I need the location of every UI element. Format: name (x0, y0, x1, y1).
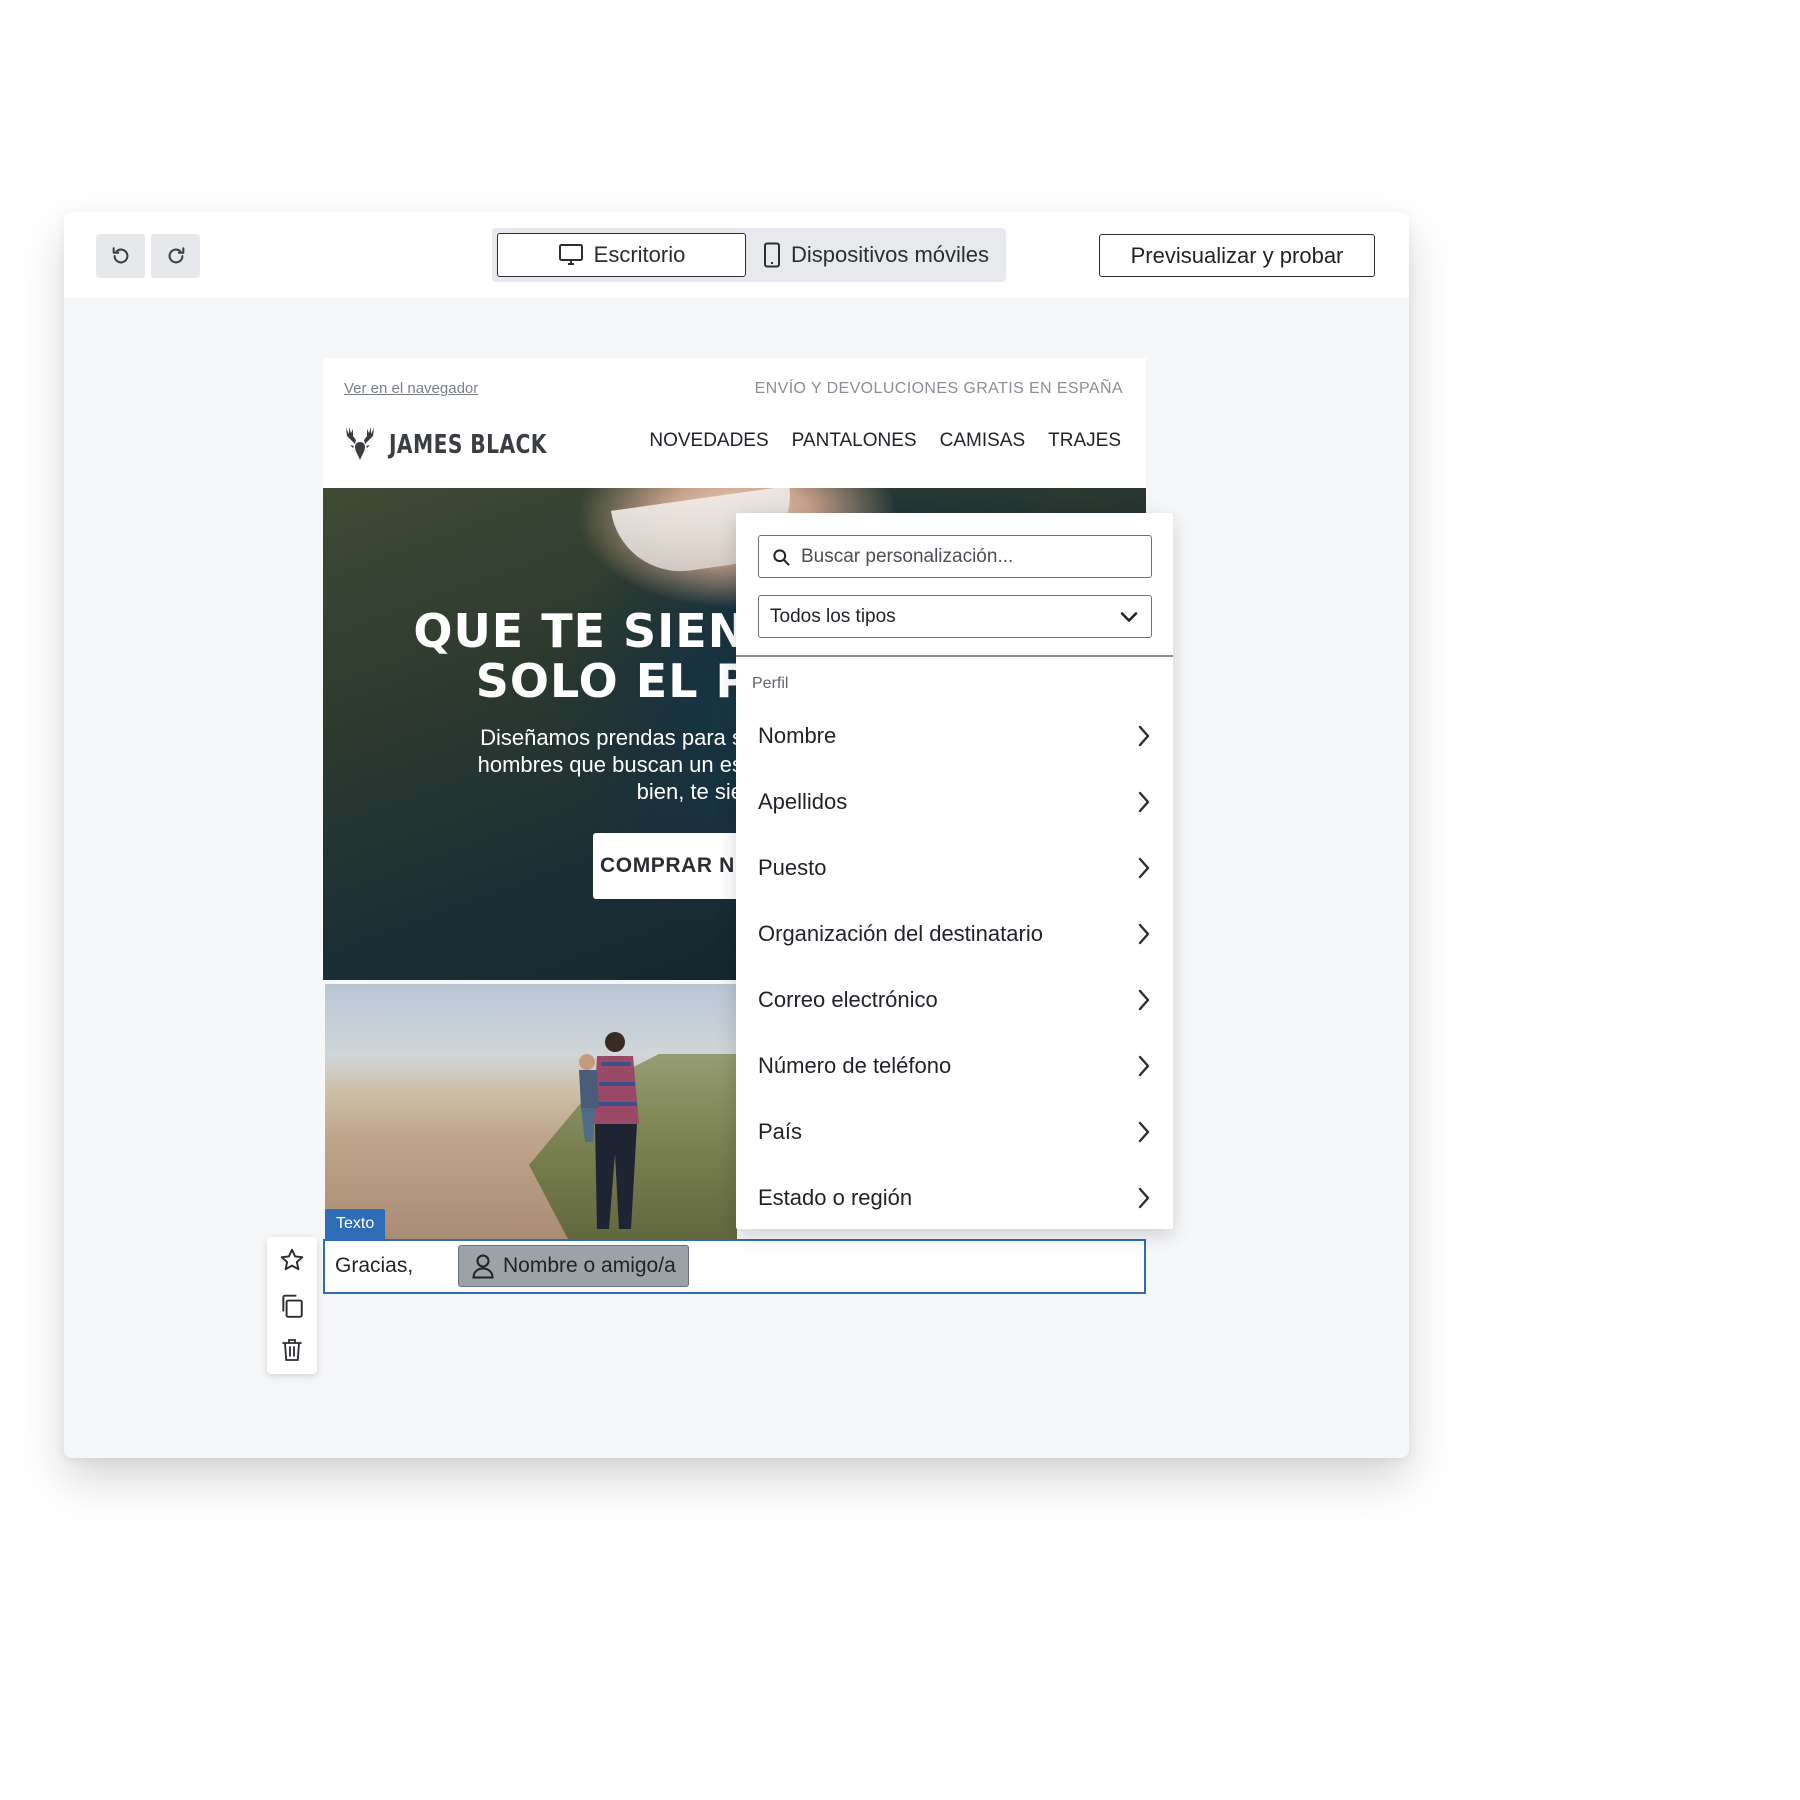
field-item-nombre[interactable]: Nombre (736, 703, 1173, 769)
chevron-right-icon (1138, 923, 1150, 945)
chevron-right-icon (1138, 1187, 1150, 1209)
nav-item-novedades[interactable]: NOVEDADES (649, 430, 768, 452)
field-item-correo[interactable]: Correo electrónico (736, 967, 1173, 1033)
email-nav: NOVEDADES PANTALONES CAMISAS TRAJES (649, 430, 1121, 452)
block-type-label: Texto (325, 1209, 386, 1239)
stag-logo-icon (346, 427, 374, 460)
email-header: Ver en el navegador ENVÍO Y DEVOLUCIONES… (323, 358, 1146, 488)
personalization-search-input[interactable] (799, 544, 1133, 569)
star-icon (280, 1248, 304, 1271)
redo-button[interactable] (151, 234, 200, 278)
field-item-puesto[interactable]: Puesto (736, 835, 1173, 901)
field-item-pais[interactable]: País (736, 1099, 1173, 1165)
selected-text-block[interactable]: Texto Gracias, Nombre o amigo/a (323, 1209, 1146, 1294)
personalization-field-list: Nombre Apellidos Puesto Organización del… (736, 703, 1173, 1231)
field-item-apellidos[interactable]: Apellidos (736, 769, 1173, 835)
merge-tag-chip[interactable]: Nombre o amigo/a (458, 1245, 689, 1287)
type-filter-select[interactable]: Todos los tipos (758, 595, 1152, 638)
editor-toolbar: Escritorio Dispositivos móviles Previsua… (64, 212, 1409, 298)
desktop-view-label: Escritorio (593, 242, 686, 267)
hero-subtitle: Diseñamos prendas para s hombres que bus… (477, 725, 743, 804)
field-item-label: Número de teléfono (758, 1053, 952, 1078)
merge-tag-label: Nombre o amigo/a (503, 1254, 676, 1277)
field-item-estado-region[interactable]: Estado o región (736, 1165, 1173, 1231)
field-item-label: Apellidos (758, 789, 848, 814)
personalization-search[interactable] (758, 535, 1152, 578)
desktop-view-button[interactable]: Escritorio (497, 233, 746, 277)
person-icon (472, 1254, 494, 1279)
field-item-label: Organización del destinatario (758, 921, 1043, 946)
father-child-photo (325, 984, 737, 1239)
duplicate-block-button[interactable] (278, 1292, 306, 1320)
person-carrying-child-figure (579, 1032, 639, 1229)
desktop-icon (558, 244, 583, 265)
chevron-right-icon (1138, 725, 1150, 747)
mobile-view-button[interactable]: Dispositivos móviles (750, 233, 1002, 277)
redo-icon (168, 247, 184, 264)
brand-logo: JAMES BLACK (343, 424, 591, 466)
chevron-right-icon (1138, 1055, 1150, 1077)
field-item-label: País (758, 1119, 803, 1144)
block-actions-toolbar (267, 1237, 317, 1374)
chevron-right-icon (1138, 989, 1150, 1011)
favorite-block-button[interactable] (278, 1246, 306, 1274)
preview-and-test-button[interactable]: Previsualizar y probar (1099, 234, 1375, 277)
field-item-label: Nombre (758, 723, 837, 748)
delete-block-button[interactable] (278, 1336, 306, 1364)
undo-icon (112, 247, 128, 264)
view-in-browser-link[interactable]: Ver en el navegador (344, 380, 478, 397)
delete-icon (282, 1339, 302, 1361)
chevron-down-icon (1120, 611, 1138, 622)
personalization-panel: Todos los tipos Perfil Nombre Apellidos … (736, 513, 1173, 1229)
nav-item-pantalones[interactable]: PANTALONES (792, 430, 917, 452)
section-label-profile: Perfil (752, 675, 789, 692)
shipping-banner: ENVÍO Y DEVOLUCIONES GRATIS EN ESPAÑA (754, 380, 1123, 397)
editor-window: Escritorio Dispositivos móviles Previsua… (64, 212, 1409, 1458)
undo-button[interactable] (96, 234, 145, 278)
device-toggle: Escritorio Dispositivos móviles (492, 228, 1006, 282)
field-item-organizacion[interactable]: Organización del destinatario (736, 901, 1173, 967)
greeting-text[interactable]: Gracias, (335, 1254, 413, 1278)
duplicate-icon (282, 1294, 303, 1318)
search-icon (773, 548, 790, 565)
mobile-view-label: Dispositivos móviles (790, 242, 990, 267)
mobile-phone-icon (763, 242, 780, 268)
field-item-label: Puesto (758, 855, 827, 880)
panel-divider (736, 655, 1173, 657)
nav-item-trajes[interactable]: TRAJES (1048, 430, 1121, 452)
chevron-right-icon (1138, 1121, 1150, 1143)
nav-item-camisas[interactable]: CAMISAS (940, 430, 1026, 452)
brand-name: JAMES BLACK (389, 430, 547, 460)
chevron-right-icon (1138, 857, 1150, 879)
field-item-label: Estado o región (758, 1185, 913, 1210)
field-item-telefono[interactable]: Número de teléfono (736, 1033, 1173, 1099)
type-filter-value: Todos los tipos (770, 605, 896, 627)
field-item-label: Correo electrónico (758, 987, 938, 1012)
chevron-right-icon (1138, 791, 1150, 813)
